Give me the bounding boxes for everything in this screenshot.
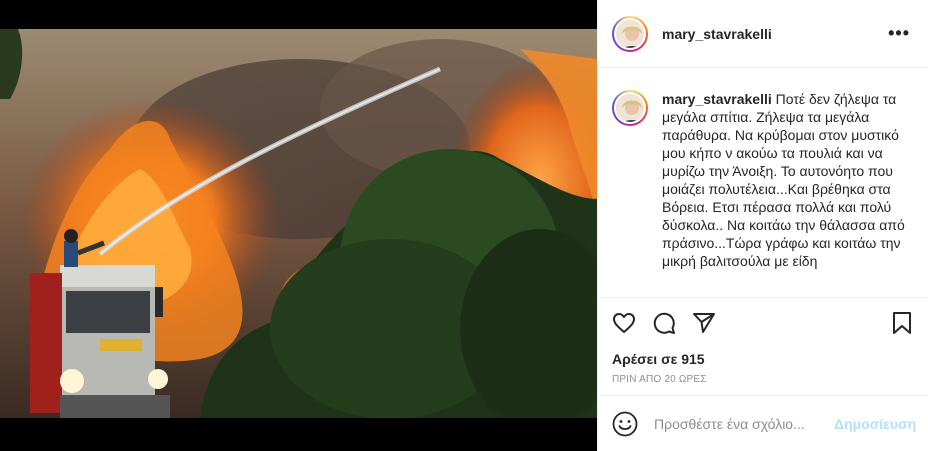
more-options-icon[interactable]: ••• [888, 23, 914, 44]
comment-bar: Δημοσίευση [598, 395, 928, 451]
avatar[interactable] [612, 15, 648, 52]
heart-icon[interactable] [612, 311, 636, 335]
likes-count[interactable]: Αρέσει σε 915 [598, 348, 928, 370]
caption-area: mary_stavrakelli Ποτέ δεν ζήλεψα τα μεγά… [598, 68, 928, 298]
paper-plane-icon[interactable] [692, 311, 716, 335]
action-bar [598, 298, 928, 348]
caption-body: Ποτέ δεν ζήλεψα τα μεγάλα σπίτια. Ζήλεψα… [662, 91, 905, 269]
avatar-image [614, 17, 646, 50]
bookmark-icon[interactable] [890, 311, 914, 335]
comment-icon[interactable] [652, 311, 676, 335]
comment-input[interactable] [654, 415, 834, 432]
caption-username[interactable]: mary_stavrakelli [662, 91, 772, 107]
post-timestamp[interactable]: ΠΡΙΝ ΑΠΟ 20 ΩΡΕΣ [598, 370, 928, 392]
caption-avatar[interactable] [612, 90, 648, 126]
wildfire-photo [0, 29, 597, 418]
post-photo[interactable] [0, 29, 597, 418]
post-media[interactable] [0, 0, 597, 451]
post-header: mary_stavrakelli ••• [598, 0, 928, 68]
header-username[interactable]: mary_stavrakelli [662, 26, 772, 42]
post-comment-button[interactable]: Δημοσίευση [834, 416, 916, 432]
caption: mary_stavrakelli Ποτέ δεν ζήλεψα τα μεγά… [662, 90, 914, 270]
post-panel: mary_stavrakelli ••• mary_stavrakelli Πο… [597, 0, 928, 451]
caption-avatar-image [614, 92, 646, 124]
smiley-icon[interactable] [612, 411, 638, 437]
